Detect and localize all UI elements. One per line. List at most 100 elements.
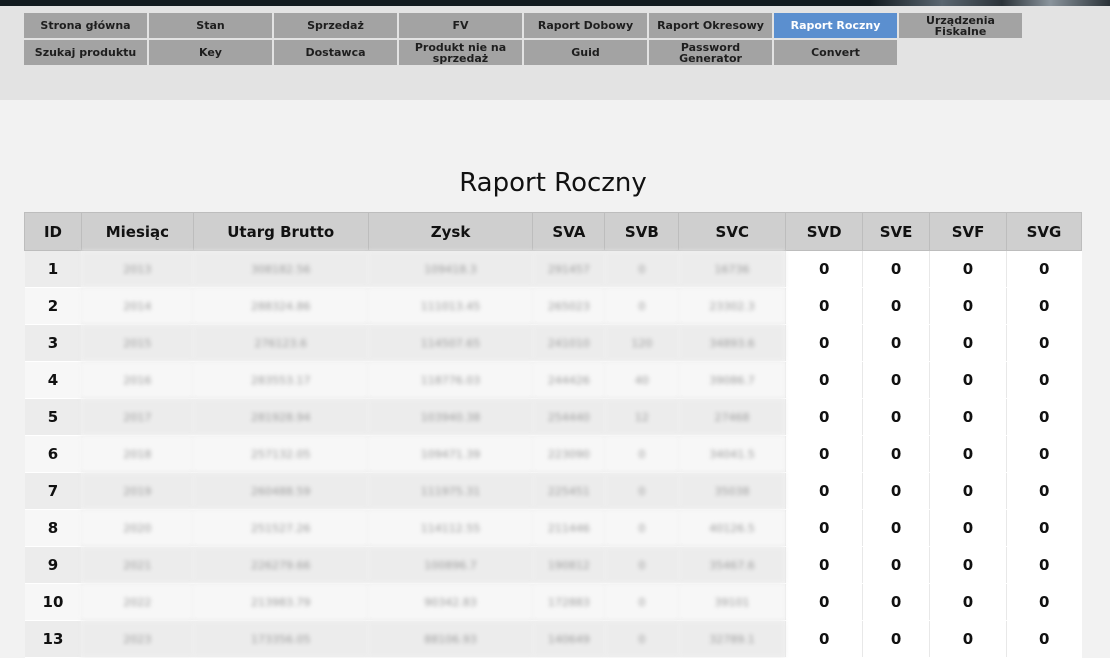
cell-sve: 0 (862, 509, 930, 547)
cell-sve: 0 (862, 361, 930, 399)
nav-szukaj-produktu[interactable]: Szukaj produktu (24, 40, 147, 65)
cell-utarg-brutto: 281928.94 (193, 398, 369, 436)
table-row: 10 2022 213983.79 90342.83 172883 0 39101 0 0 0 0 (24, 583, 1082, 621)
cell-svd: 0 (785, 620, 863, 658)
cell-id: 8 (24, 509, 82, 547)
col-header-sve: SVE (862, 212, 931, 251)
cell-svf: 0 (929, 361, 1007, 399)
cell-zysk: 114507.65 (368, 324, 533, 362)
cell-svg: 0 (1005, 620, 1082, 658)
col-header-zysk: Zysk (367, 212, 534, 251)
cell-zysk: 114112.55 (368, 509, 533, 547)
nav-guid[interactable]: Guid (524, 40, 647, 65)
cell-svd: 0 (785, 546, 863, 584)
cell-svc: 34893.6 (678, 324, 786, 362)
cell-id: 6 (24, 435, 82, 473)
cell-svf: 0 (929, 435, 1007, 473)
cell-svb: 0 (604, 583, 679, 621)
table-row: 13 2023 173356.05 88106.93 140649 0 32789.1 0 0 0… (24, 620, 1082, 658)
cell-miesiac: 2018 (81, 435, 194, 473)
nav-sprzedaz[interactable]: Sprzedaż (274, 13, 397, 38)
cell-miesiac: 2019 (81, 472, 194, 510)
cell-svg: 0 (1005, 583, 1082, 621)
cell-svb: 0 (604, 435, 679, 473)
cell-sva: 241010 (532, 324, 605, 362)
table-row: 9 2021 226279.66 100896.7 190812 0 35467.6 0 0 0 0 (24, 546, 1082, 584)
nav-stan[interactable]: Stan (149, 13, 272, 38)
cell-svf: 0 (929, 398, 1007, 436)
nav-urzadzenia-fiskalne[interactable]: Urządzenia Fiskalne (899, 13, 1022, 38)
cell-svd: 0 (785, 250, 863, 288)
cell-svb: 12 (604, 398, 679, 436)
cell-sve: 0 (862, 324, 930, 362)
cell-svd: 0 (785, 472, 863, 510)
nav-fv[interactable]: FV (399, 13, 522, 38)
main-navigation: Strona główna Stan Sprzedaż FV Raport Do… (24, 13, 1022, 65)
cell-svc: 39101 (678, 583, 786, 621)
cell-sva: 291457 (532, 250, 605, 288)
cell-miesiac: 2023 (81, 620, 194, 658)
cell-sve: 0 (862, 398, 930, 436)
cell-svc: 23302.3 (678, 287, 786, 325)
cell-miesiac: 2016 (81, 361, 194, 399)
cell-miesiac: 2021 (81, 546, 194, 584)
cell-svg: 0 (1005, 398, 1082, 436)
col-header-svd: SVD (785, 212, 864, 251)
cell-svf: 0 (929, 583, 1007, 621)
table-row: 5 2017 281928.94 103940.38 254440 12 27468 0 0 0 0 (24, 398, 1082, 436)
cell-miesiac: 2015 (81, 324, 194, 362)
nav-raport-dobowy[interactable]: Raport Dobowy (524, 13, 647, 38)
cell-miesiac: 2017 (81, 398, 194, 436)
cell-svb: 40 (604, 361, 679, 399)
cell-sva: 265023 (532, 287, 605, 325)
cell-zysk: 100896.7 (368, 546, 533, 584)
col-header-svb: SVB (604, 212, 680, 251)
cell-sva: 244426 (532, 361, 605, 399)
page-title: Raport Roczny (459, 168, 647, 198)
cell-sve: 0 (862, 435, 930, 473)
cell-zysk: 109418.3 (368, 250, 533, 288)
table-row: 6 2018 257132.05 109471.39 223090 0 34041.5 0 0 0… (24, 435, 1082, 473)
cell-svc: 16736 (678, 250, 786, 288)
cell-svf: 0 (929, 509, 1007, 547)
cell-svg: 0 (1005, 435, 1082, 473)
cell-svf: 0 (929, 546, 1007, 584)
cell-id: 13 (24, 620, 82, 658)
top-decorative-strip (0, 0, 1110, 6)
cell-svf: 0 (929, 324, 1007, 362)
cell-zysk: 111975.31 (368, 472, 533, 510)
cell-svd: 0 (785, 583, 863, 621)
nav-raport-okresowy[interactable]: Raport Okresowy (649, 13, 772, 38)
cell-zysk: 103940.38 (368, 398, 533, 436)
cell-sva: 225451 (532, 472, 605, 510)
col-header-sva: SVA (532, 212, 606, 251)
cell-miesiac: 2022 (81, 583, 194, 621)
col-header-svc: SVC (678, 212, 787, 251)
table-row: 2 2014 288324.86 111013.45 265023 0 23302.3 0 0 0… (24, 287, 1082, 325)
cell-id: 4 (24, 361, 82, 399)
cell-zysk: 90342.83 (368, 583, 533, 621)
nav-raport-roczny[interactable]: Raport Roczny (774, 13, 897, 38)
nav-strona-glowna[interactable]: Strona główna (24, 13, 147, 38)
nav-key[interactable]: Key (149, 40, 272, 65)
cell-utarg-brutto: 213983.79 (193, 583, 369, 621)
cell-svb: 0 (604, 546, 679, 584)
cell-utarg-brutto: 251527.26 (193, 509, 369, 547)
nav-dostawca[interactable]: Dostawca (274, 40, 397, 65)
nav-produkt-nie-na-sprzedaz[interactable]: Produkt nie na sprzedaż (399, 40, 522, 65)
table-row: 3 2015 276123.6 114507.65 241010 120 34893.6 0 0… (24, 324, 1082, 362)
cell-sve: 0 (862, 546, 930, 584)
cell-svb: 0 (604, 509, 679, 547)
cell-sve: 0 (862, 472, 930, 510)
cell-svf: 0 (929, 472, 1007, 510)
nav-password-generator[interactable]: Password Generator (649, 40, 772, 65)
cell-sva: 254440 (532, 398, 605, 436)
annual-report-table: ID Miesiąc Utarg Brutto Zysk SVA SVB SVC… (24, 212, 1083, 658)
cell-sva: 211446 (532, 509, 605, 547)
cell-svd: 0 (785, 361, 863, 399)
cell-svc: 35467.6 (678, 546, 786, 584)
cell-sve: 0 (862, 620, 930, 658)
cell-svb: 0 (604, 287, 679, 325)
table-row: 8 2020 251527.26 114112.55 211446 0 40126.5 0 0 0… (24, 509, 1082, 547)
nav-convert[interactable]: Convert (774, 40, 897, 65)
